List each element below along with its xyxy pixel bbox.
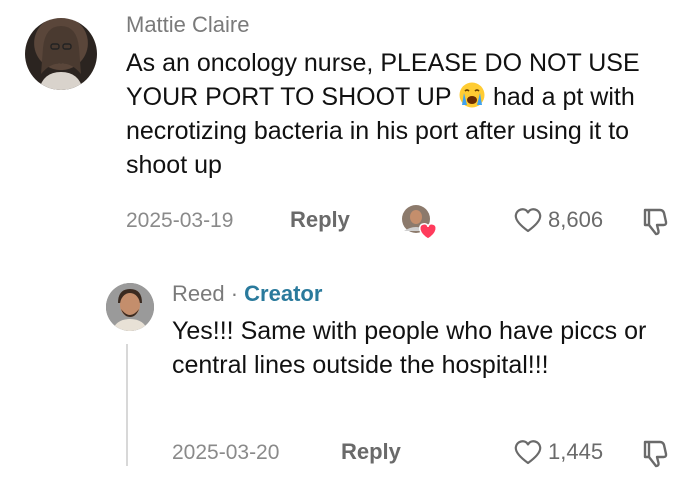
reply-button[interactable]: Reply	[341, 439, 401, 465]
reply-username[interactable]: Reed	[172, 281, 225, 306]
commenter-avatar[interactable]	[25, 18, 97, 90]
heart-outline-icon	[514, 440, 542, 465]
creator-badge: Creator	[244, 281, 323, 306]
avatar-photo-icon	[39, 26, 83, 90]
reply-text: Yes!!! Same with people who have piccs o…	[172, 317, 647, 379]
thread-connector	[126, 344, 128, 466]
separator-dot: ·	[230, 281, 239, 306]
avatar-photo-icon	[106, 283, 154, 331]
commenter-username[interactable]: Mattie Claire	[126, 12, 249, 38]
heart-outline-icon	[514, 208, 542, 233]
creator-liked-icon	[400, 203, 438, 241]
reply-username-line: Reed · Creator	[172, 281, 322, 307]
reply-avatar[interactable]	[106, 283, 154, 331]
like-button[interactable]: 1,445	[513, 438, 603, 466]
comment-date: 2025-03-19	[126, 209, 234, 232]
like-button[interactable]: 8,606	[513, 206, 603, 234]
reply-date: 2025-03-20	[172, 441, 280, 464]
comment-text: As an oncology nurse, PLEASE DO NOT USE …	[126, 49, 640, 179]
like-count: 1,445	[548, 439, 604, 464]
dislike-icon[interactable]	[639, 438, 669, 468]
reply-button[interactable]: Reply	[290, 207, 350, 233]
dislike-icon[interactable]	[639, 206, 669, 236]
like-count: 8,606	[548, 207, 604, 232]
crying-face-icon	[458, 81, 486, 109]
